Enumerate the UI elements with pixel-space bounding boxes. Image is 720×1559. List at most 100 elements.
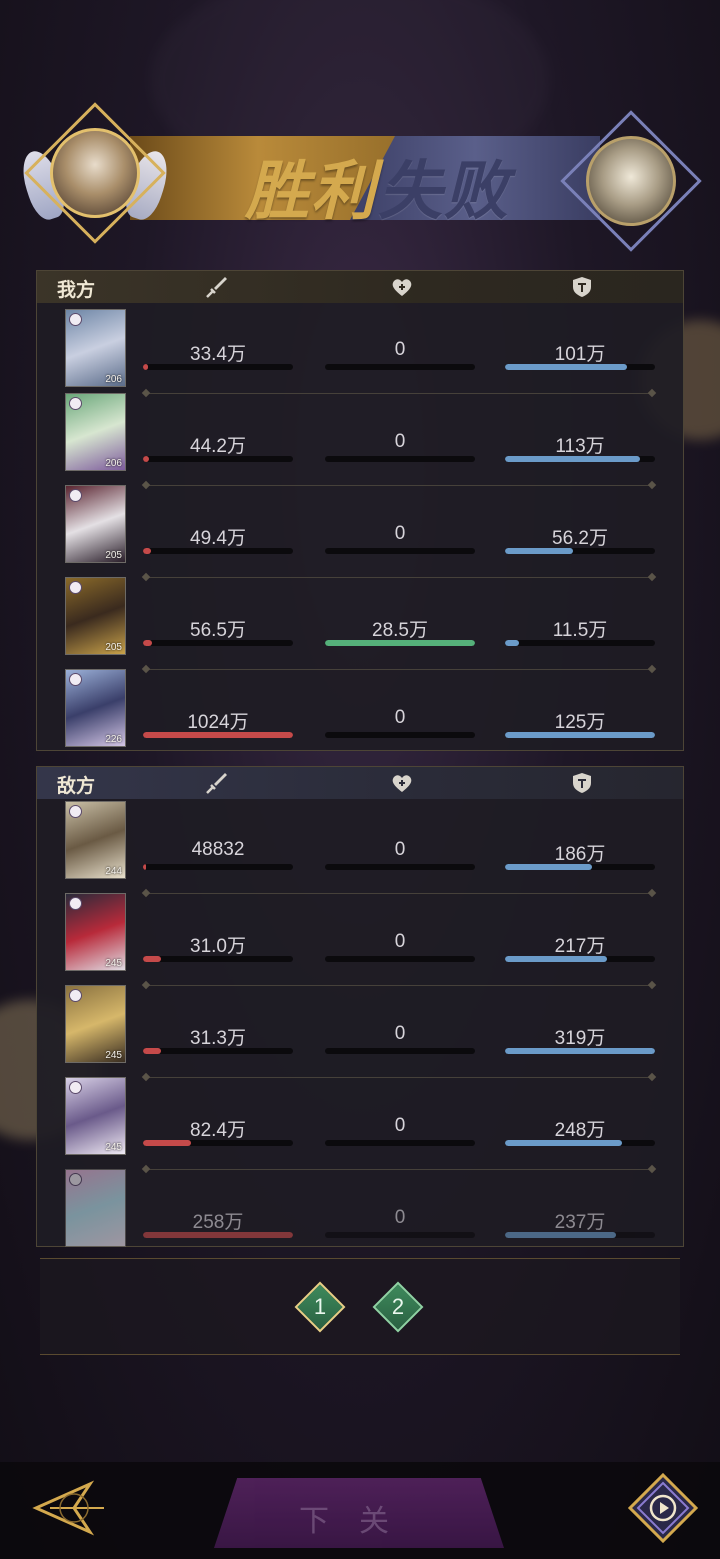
hero-card[interactable]: 206 [65,393,126,471]
class-badge-icon [69,1081,82,1094]
enemy-hero-row[interactable]: 245 31.3万 0 319万 [37,983,685,1078]
damage-taken: 217万 [554,936,606,957]
taken-bar-fill [505,1048,655,1054]
damage-bar-fill [143,1140,191,1146]
next-stage-button[interactable]: 下关 [214,1478,504,1548]
enemy-stats-panel: 敌方 244 48832 0 186万 245 31.0万 0 217万 245… [36,766,684,1247]
hero-level: 226 [105,734,122,745]
healing-done: 28.5万 [372,620,428,641]
healing-done: 0 [394,431,406,452]
healing-done: 0 [394,1207,406,1228]
heal-bar [325,864,475,870]
hero-card[interactable]: 245 [65,893,126,971]
damage-dealt: 48832 [191,839,245,860]
page-1-button[interactable]: 1 [294,1281,346,1333]
hero-level: 245 [105,958,122,969]
hero-card[interactable]: 226 [65,669,126,747]
battle-result-header: 胜利 失败 [16,100,702,252]
hero-card[interactable] [65,1169,126,1247]
sword-icon [206,277,227,298]
enemy-hero-row[interactable]: 258万 0 237万 [37,1167,685,1259]
back-arrow-icon[interactable] [30,1478,110,1538]
hero-level: 245 [105,1142,122,1153]
damage-dealt: 33.4万 [190,344,246,365]
enemy-hero-row[interactable]: 244 48832 0 186万 [37,799,685,894]
hero-level: 206 [105,458,122,469]
damage-bar [143,640,293,646]
healing-done: 0 [394,931,406,952]
ally-hero-row[interactable]: 206 33.4万 0 101万 [37,303,685,395]
class-badge-icon [69,489,82,502]
damage-dealt: 56.5万 [190,620,246,641]
hero-level: 205 [105,550,122,561]
damage-bar-fill [143,864,146,870]
ally-stats-panel: 我方 206 33.4万 0 101万 206 44.2万 0 113万 205… [36,270,684,751]
hero-card[interactable]: 206 [65,309,126,387]
ally-panel-header: 我方 [37,271,683,303]
taken-bar [505,548,655,554]
ally-hero-row[interactable]: 205 49.4万 0 56.2万 [37,485,685,579]
row-divider [147,669,651,670]
enemy-leader-portrait [586,136,676,226]
page-1-label: 1 [313,1294,327,1319]
taken-bar [505,732,655,738]
taken-bar-fill [505,1232,616,1238]
taken-bar [505,1232,655,1238]
damage-dealt: 82.4万 [190,1120,246,1141]
taken-bar [505,456,655,462]
victory-text: 胜利 [245,154,377,229]
hero-card[interactable]: 205 [65,485,126,563]
damage-bar [143,1140,293,1146]
class-badge-icon [69,313,82,326]
enemy-hero-row[interactable]: 245 31.0万 0 217万 [37,891,685,986]
damage-bar [143,548,293,554]
ally-hero-row[interactable]: 206 44.2万 0 113万 [37,393,685,487]
ally-hero-row[interactable]: 226 1024万 0 125万 [37,669,685,763]
damage-taken: 319万 [554,1028,606,1049]
class-badge-icon [69,897,82,910]
enemy-hero-row[interactable]: 245 82.4万 0 248万 [37,1075,685,1170]
heal-bar [325,1140,475,1146]
ally-leader-portrait [50,128,140,218]
heal-bar [325,1232,475,1238]
taken-bar-fill [505,864,592,870]
damage-dealt: 1024万 [187,712,249,733]
ally-hero-row[interactable]: 205 56.5万 28.5万 11.5万 [37,577,685,671]
hero-card[interactable]: 245 [65,985,126,1063]
enemy-panel-header: 敌方 [37,767,683,799]
taken-bar [505,1048,655,1054]
heal-bar [325,640,475,646]
damage-bar-fill [143,456,149,462]
ally-panel-title: 我方 [57,279,96,301]
hero-card[interactable]: 244 [65,801,126,879]
heal-bar [325,364,475,370]
hero-level: 206 [105,374,122,385]
enemy-leader-avatar [560,110,702,252]
ally-leader-avatar [16,102,174,244]
page-2-label: 2 [391,1294,405,1319]
hero-level: 245 [105,1050,122,1061]
replay-icon[interactable] [628,1473,698,1543]
class-badge-icon [69,805,82,818]
hero-card[interactable]: 245 [65,1077,126,1155]
row-divider [147,485,651,486]
taken-bar [505,864,655,870]
page-2-button[interactable]: 2 [372,1281,424,1333]
heal-bar [325,456,475,462]
class-badge-icon [69,673,82,686]
damage-taken: 113万 [555,436,605,457]
taken-bar [505,956,655,962]
damage-bar [143,864,293,870]
damage-bar [143,956,293,962]
damage-bar-fill [143,640,152,646]
damage-dealt: 31.0万 [190,936,246,957]
damage-bar [143,456,293,462]
damage-dealt: 258万 [192,1212,244,1233]
hero-card[interactable]: 205 [65,577,126,655]
healing-done: 0 [394,839,406,860]
page-selector: 1 2 [40,1258,680,1355]
taken-bar-fill [505,640,519,646]
heal-bar [325,1048,475,1054]
defeat-text: 失败 [378,154,510,229]
row-divider [147,577,651,578]
